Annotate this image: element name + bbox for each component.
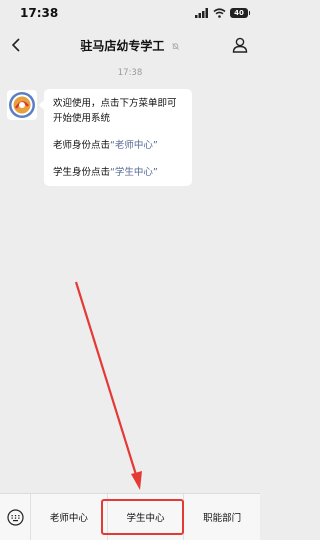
signal-icon (195, 8, 208, 18)
annotation-arrow (74, 281, 142, 490)
status-bar: 17:38 40 (0, 0, 260, 28)
menu-item-label: 老师中心 (49, 513, 88, 524)
wifi-icon (213, 8, 226, 18)
page-title-text: 驻马店幼专学工 (80, 39, 165, 53)
message-timestamp: 17:38 (117, 68, 143, 78)
menu-item-student-center[interactable]: 学生中心 (108, 494, 185, 540)
nav-bar: 驻马店幼专学工 (0, 28, 260, 62)
student-center-link[interactable]: “学生中心” (110, 167, 158, 178)
message-bubble: 欢迎使用，点击下方菜单即可开始使用系统 老师身份点击“老师中心” 学生身份点击“… (39, 89, 192, 186)
page-title: 驻马店幼专学工 (0, 37, 260, 54)
mute-bell-icon (171, 43, 179, 50)
student-instruction-text: 学生身份点击 (53, 167, 111, 178)
profile-icon[interactable] (230, 35, 250, 55)
teacher-center-link[interactable]: “老师中心” (110, 140, 158, 151)
menu-item-label: 职能部门 (203, 513, 242, 524)
battery-icon: 40 (230, 8, 250, 18)
menu-item-label: 学生中心 (126, 513, 165, 524)
menu-item-functional-departments[interactable]: 职能部门 (184, 494, 260, 540)
welcome-text: 欢迎使用，点击下方菜单即可开始使用系统 (53, 98, 177, 124)
school-logo-icon (9, 92, 35, 118)
keyboard-icon (6, 508, 24, 526)
menu-item-teacher-center[interactable]: 老师中心 (31, 494, 108, 540)
status-icons: 40 (195, 8, 250, 18)
student-instruction: 学生身份点击“学生中心” (53, 165, 183, 180)
keyboard-toggle-button[interactable] (0, 494, 31, 540)
status-time: 17:38 (20, 6, 59, 20)
teacher-instruction-text: 老师身份点击 (53, 140, 111, 151)
bottom-menu: 老师中心 学生中心 职能部门 (0, 493, 260, 540)
avatar[interactable] (7, 90, 37, 120)
teacher-instruction: 老师身份点击“老师中心” (53, 138, 183, 153)
